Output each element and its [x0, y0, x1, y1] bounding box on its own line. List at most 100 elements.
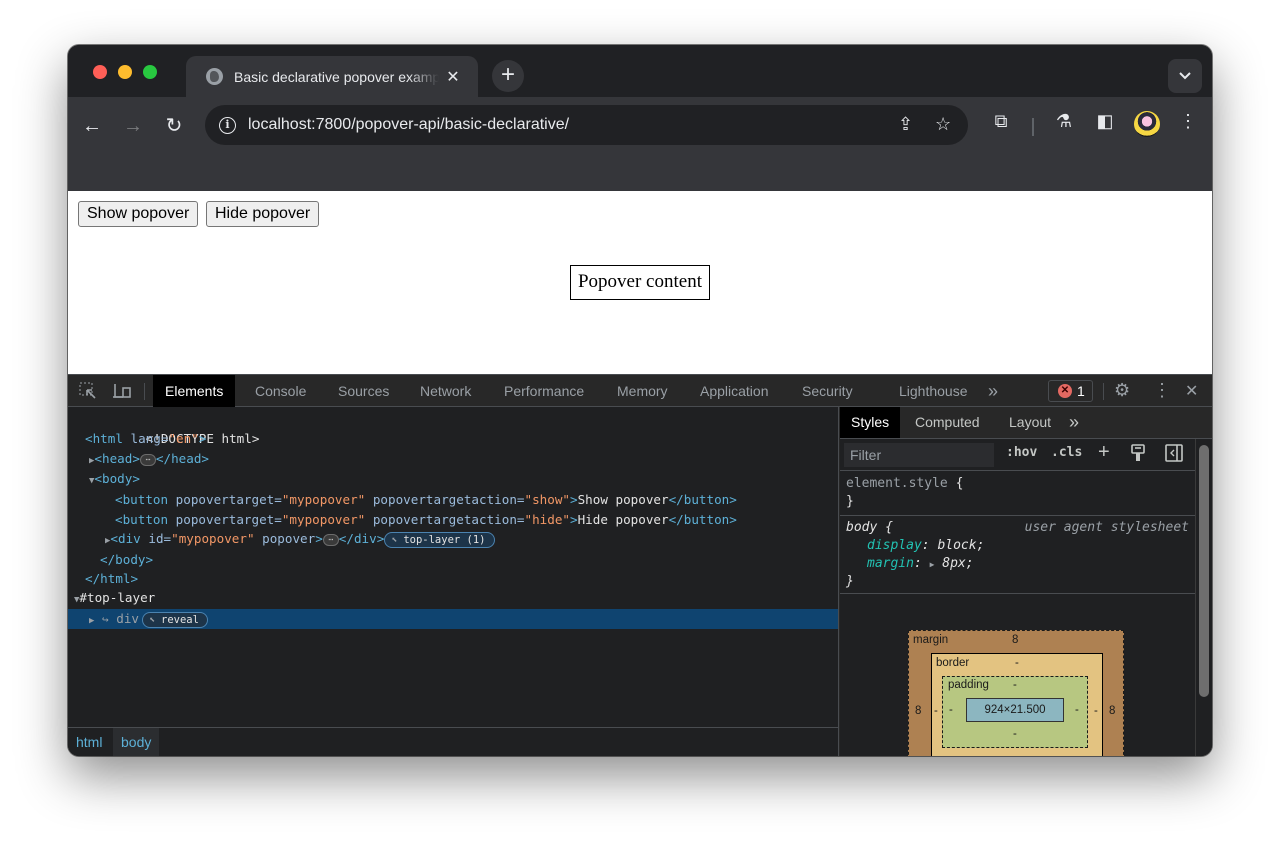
- dom-node-body-close[interactable]: </body>: [68, 550, 838, 570]
- tab-network[interactable]: Network: [408, 375, 483, 407]
- tabbar-separator: [1103, 383, 1104, 400]
- bookmark-star-icon[interactable]: ☆: [935, 114, 951, 135]
- styles-scroll-thumb[interactable]: [1199, 445, 1209, 697]
- tab-elements[interactable]: Elements: [153, 375, 236, 407]
- tab-console[interactable]: Console: [243, 375, 318, 407]
- dom-node-html[interactable]: <html lang="en">: [68, 429, 838, 449]
- box-model-border[interactable]: border - - - padding - - - - 924×21.500: [931, 653, 1103, 756]
- padding-left-value[interactable]: -: [949, 704, 953, 716]
- dom-node-div-popover[interactable]: ▶<div id="mypopover" popover> ⋯ </div> ⬉ top…: [68, 529, 838, 549]
- labs-flask-icon[interactable]: ⚗: [1051, 111, 1077, 132]
- collapsed-ellipsis-icon[interactable]: ⋯: [139, 453, 156, 466]
- tab-computed[interactable]: Computed: [904, 407, 991, 438]
- tab-security[interactable]: Security: [790, 375, 865, 407]
- dom-node-html-close[interactable]: </html>: [68, 569, 838, 589]
- tab-layout[interactable]: Layout: [998, 407, 1062, 438]
- hide-popover-button[interactable]: Hide popover: [206, 201, 320, 227]
- tab-styles[interactable]: Styles: [840, 407, 901, 438]
- error-count-badge[interactable]: ✕ 1: [1048, 380, 1093, 402]
- address-bar[interactable]: i localhost:7800/popover-api/basic-decla…: [205, 105, 968, 145]
- show-popover-button[interactable]: Show popover: [78, 201, 199, 227]
- forward-button[interactable]: →: [118, 111, 148, 141]
- tag-name: <button: [115, 512, 169, 527]
- tab-search-button[interactable]: [1168, 59, 1202, 93]
- breadcrumb-body[interactable]: body: [113, 728, 160, 756]
- equals-sign: =: [274, 492, 282, 507]
- equals-sign: =: [516, 492, 525, 507]
- chevron-down-icon: [1179, 72, 1191, 80]
- tab-memory[interactable]: Memory: [605, 375, 680, 407]
- reveal-badge[interactable]: ⬉ reveal: [141, 611, 208, 628]
- expand-shorthand-icon[interactable]: ▶: [930, 560, 935, 569]
- devtools-menu-icon[interactable]: ⋮: [1153, 380, 1171, 401]
- styles-filter-input[interactable]: Filter: [844, 443, 994, 467]
- toggle-sidebar-icon[interactable]: [1165, 444, 1183, 467]
- tag-open: <head>: [94, 451, 140, 466]
- tab-lighthouse[interactable]: Lighthouse: [887, 375, 980, 407]
- side-panel-icon[interactable]: ◧: [1092, 111, 1118, 132]
- new-tab-button[interactable]: +: [492, 60, 524, 92]
- css-property[interactable]: margin: [867, 556, 914, 571]
- box-model-padding[interactable]: padding - - - - 924×21.500: [942, 676, 1088, 748]
- padding-bottom-value[interactable]: -: [1013, 728, 1017, 740]
- margin-left-value[interactable]: 8: [915, 705, 921, 717]
- zoom-window-button[interactable]: [143, 65, 157, 79]
- back-button[interactable]: ←: [77, 111, 107, 141]
- close-tab-icon[interactable]: ✕: [445, 67, 461, 87]
- margin-right-value[interactable]: 8: [1109, 705, 1115, 717]
- close-window-button[interactable]: [93, 65, 107, 79]
- dom-node-button-show[interactable]: <button popovertarget="mypopover" popove…: [68, 490, 838, 510]
- dom-node-head[interactable]: ▶<head> ⋯ </head>: [68, 449, 838, 469]
- equals-sign: =: [163, 531, 172, 546]
- tab-application[interactable]: Application: [688, 375, 781, 407]
- inspect-element-icon[interactable]: [79, 382, 97, 404]
- styles-scrollbar[interactable]: [1195, 439, 1212, 756]
- tag-close: </head>: [155, 451, 209, 466]
- expand-arrow-icon[interactable]: ▶: [89, 616, 94, 626]
- reload-button[interactable]: ↻: [159, 111, 189, 141]
- dom-node-button-hide[interactable]: <button popovertarget="mypopover" popove…: [68, 510, 838, 530]
- settings-gear-icon[interactable]: ⚙: [1114, 380, 1130, 401]
- breadcrumb-html[interactable]: html: [68, 728, 110, 756]
- cls-toggle[interactable]: .cls: [1051, 445, 1082, 460]
- margin-top-value[interactable]: 8: [1012, 634, 1018, 646]
- tab-performance[interactable]: Performance: [492, 375, 596, 407]
- error-icon: ✕: [1058, 384, 1072, 398]
- dom-node-top-layer-div[interactable]: ▶ ↪ div ⬉ reveal: [68, 609, 838, 629]
- shortcut-arrow-icon: ↪: [102, 613, 109, 626]
- box-model-margin[interactable]: margin 8 8 8 border - - - padding - - - …: [908, 630, 1124, 756]
- padding-right-value[interactable]: -: [1075, 704, 1079, 716]
- share-icon[interactable]: ⇪: [898, 114, 913, 135]
- browser-menu-icon[interactable]: ⋮: [1175, 111, 1201, 132]
- attr-name: id: [148, 531, 164, 546]
- more-panes-button[interactable]: »: [1058, 407, 1090, 438]
- minimize-window-button[interactable]: [118, 65, 132, 79]
- browser-tab[interactable]: Basic declarative popover example ✕: [186, 56, 478, 97]
- url-text[interactable]: localhost:7800/popover-api/basic-declara…: [248, 116, 569, 134]
- new-style-rule-icon[interactable]: +: [1098, 441, 1110, 464]
- tab-sources[interactable]: Sources: [326, 375, 401, 407]
- css-value[interactable]: block;: [937, 538, 984, 553]
- css-property[interactable]: display: [867, 538, 922, 553]
- top-layer-badge[interactable]: ⬉ top-layer (1): [384, 531, 495, 548]
- dom-node-top-layer[interactable]: ▼#top-layer: [68, 588, 838, 608]
- dom-node-doctype[interactable]: <!DOCTYPE html>: [68, 409, 838, 446]
- css-value[interactable]: 8px;: [942, 556, 973, 571]
- close-devtools-icon[interactable]: ✕: [1185, 381, 1198, 401]
- body-ua-rule[interactable]: body {user agent stylesheet display: blo…: [840, 517, 1195, 594]
- extensions-icon[interactable]: ⧉: [988, 111, 1014, 132]
- dom-node-body[interactable]: ▼<body>: [68, 469, 838, 489]
- hov-toggle[interactable]: :hov: [1006, 445, 1037, 460]
- box-model-content[interactable]: 924×21.500: [966, 698, 1064, 722]
- more-tabs-button[interactable]: »: [976, 375, 1010, 407]
- element-style-rule[interactable]: element.style { }: [840, 473, 1195, 516]
- border-left-value[interactable]: -: [934, 705, 938, 717]
- border-top-value[interactable]: -: [1015, 657, 1019, 669]
- paint-brush-icon[interactable]: [1130, 444, 1146, 467]
- padding-top-value[interactable]: -: [1013, 679, 1017, 691]
- device-toolbar-icon[interactable]: [112, 382, 132, 404]
- site-info-icon[interactable]: i: [219, 116, 236, 134]
- profile-avatar[interactable]: [1134, 111, 1160, 137]
- border-right-value[interactable]: -: [1094, 705, 1098, 717]
- collapsed-ellipsis-icon[interactable]: ⋯: [322, 533, 339, 546]
